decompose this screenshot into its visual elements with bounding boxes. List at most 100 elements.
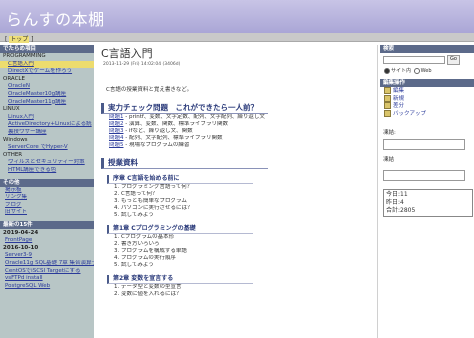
admin-menu-item[interactable]: 新規: [380, 94, 474, 103]
list-item: 問題5 - 現場なプログラムの練習: [97, 142, 375, 149]
article-sections: 実力チェック問題 これができたら一人前？ 問題1 - printf、変数、文字定数…: [97, 103, 375, 298]
recent-link[interactable]: Server3-9: [0, 252, 94, 260]
menu-item-icon: [384, 87, 391, 94]
list-item: 1. Cプログラムの基本形: [114, 234, 175, 240]
page-timestamp: 2013-11-29 (Fri) 14:02:04 (3406d): [103, 62, 181, 67]
category-group: LINUX: [3, 106, 20, 113]
other-link[interactable]: ブログ: [0, 202, 94, 210]
left-sidebar: でたらめ項目 PROGRAMMING C言語入門 DirectXでゲームを作ろう OR…: [0, 45, 94, 338]
site-title[interactable]: らんすの本棚: [6, 6, 105, 30]
list-item: 5. 試してみよう: [114, 212, 154, 218]
top-nav-home[interactable]: [ トップ ]: [5, 34, 34, 43]
category-group: ORACLE: [3, 75, 25, 82]
subsection-heading: 第1章 Cプログラミングの基礎: [107, 225, 253, 234]
recent-heading: 最新の15件: [0, 220, 94, 229]
category-link[interactable]: OracleN: [0, 83, 94, 91]
search-button[interactable]: Go: [447, 55, 460, 65]
recent-link[interactable]: FrontPage: [0, 237, 94, 245]
radio-site-label: サイト内: [391, 68, 412, 74]
subsection-heading: 序章 C言語を始める前に: [107, 175, 253, 184]
list-item: 1. データ型と変数の型宣言: [114, 284, 182, 290]
recent-link[interactable]: Oracle11g SQL基礎 7章 集合演算子の利用: [0, 260, 94, 268]
category-link[interactable]: ServerCore でHyper-V: [0, 144, 94, 152]
category-link[interactable]: C言語入門: [0, 60, 94, 69]
problem-link[interactable]: 問題1: [109, 114, 124, 120]
other-heading: その他: [0, 178, 94, 187]
list-item: 2. C言語って何？: [114, 191, 158, 197]
right-sidebar: 検索 Go サイト内 Web 編集操作 編集 新規 差分 バックアップ 凍結: 凍結 …: [380, 45, 474, 338]
counter-total: 合計:2805: [386, 207, 416, 214]
list-item: 3. もっとも簡単なプログラム: [114, 198, 187, 204]
problem-desc: - 現場なプログラムの練習: [123, 142, 190, 148]
category-group: Windows: [3, 136, 28, 143]
menu-item-icon: [384, 102, 391, 109]
admin-menu-label[interactable]: 編集: [393, 88, 404, 94]
problem-link[interactable]: 問題3: [109, 128, 124, 134]
recent-link[interactable]: CentOSでiSCSI Targetにする: [0, 268, 94, 276]
main-content: C言語入門 2013-11-29 (Fri) 14:02:04 (3406d) …: [97, 45, 375, 338]
subsection-heading: 第2章 変数を宣言する: [107, 275, 253, 284]
category-link[interactable]: HTML講座できる色: [0, 167, 94, 175]
access-counter: 今日:11 昨日:4 合計:2805: [383, 189, 473, 217]
search-heading: 検索: [380, 45, 474, 53]
radio-web-icon[interactable]: [413, 67, 420, 74]
problem-desc: - ifなど、繰り返し文、関数: [123, 128, 193, 134]
other-link[interactable]: 旧サイト: [0, 209, 94, 217]
list-item: 4. パソコンに実行させるには？: [114, 205, 193, 211]
menu-item-icon: [384, 109, 391, 117]
admin-menu-label[interactable]: 差分: [393, 103, 404, 109]
list-item: 1. プログラミング言語って何？: [114, 184, 193, 190]
other-link[interactable]: 掲示板: [0, 187, 94, 195]
menu-item-icon: [384, 94, 391, 102]
admin-menu-label[interactable]: 新規: [393, 96, 404, 102]
list-item: 3. プログラムを構成する単語: [114, 248, 187, 254]
problem-link[interactable]: 問題2: [109, 121, 124, 127]
category-link[interactable]: DirectXでゲームを作ろう: [0, 68, 94, 76]
problem-desc: - printf、変数、文字定数、配列、文字配列、繰り返し文: [123, 114, 265, 120]
category-group: OTHER: [3, 151, 23, 158]
page-title: C言語入門: [101, 47, 153, 60]
list-item: 問題2 - 演算、変数、関数、標準ライブラリ関数: [97, 121, 375, 128]
search-row: Go: [380, 53, 474, 67]
list-item: 5. 試してみよう: [114, 262, 154, 268]
problem-link[interactable]: 問題4: [109, 135, 124, 141]
problem-desc: - 演算、変数、関数、標準ライブラリ関数: [123, 121, 228, 127]
radio-site-icon[interactable]: [384, 67, 390, 74]
top-nav-bar: [ トップ ]: [0, 33, 474, 43]
category-link[interactable]: Linux入門: [0, 114, 94, 122]
search-scope: サイト内 Web: [380, 67, 474, 75]
category-link[interactable]: 裏技ワザー講座: [0, 129, 94, 137]
admin-menu-label[interactable]: バックアップ: [393, 111, 426, 117]
search-input[interactable]: [383, 56, 445, 64]
recent-pages-list: 2019-04-24 FrontPage 2016-10-10 Server3-9 Or…: [0, 229, 94, 291]
recent-date: 2019-04-24: [3, 229, 39, 236]
category-link[interactable]: OracleMaster11g講座: [0, 99, 94, 107]
admin-heading: 編集操作: [380, 79, 474, 87]
list-item: 問題4 - 配列、文字配列、標準ライブラリ関数: [97, 135, 375, 142]
counter-yesterday: 昨日:4: [386, 199, 404, 206]
category-link[interactable]: ActiveDirectory+Linuxによる統: [0, 121, 94, 129]
freeze-label: 凍結:: [383, 130, 396, 136]
recent-link[interactable]: PostgreSQL Web: [0, 283, 94, 291]
other-link[interactable]: リンク集: [0, 194, 94, 202]
category-link[interactable]: ウィルスとセキュリティー対策: [0, 159, 94, 167]
recent-link[interactable]: vsFTPd install: [0, 275, 94, 283]
section-heading: 授業資料: [101, 158, 268, 169]
recent-date: 2016-10-10: [3, 245, 39, 252]
freeze-field[interactable]: [383, 139, 465, 150]
list-item: 2. 変数に値を入れるには？: [114, 291, 182, 297]
admin-menu-item[interactable]: 編集: [380, 87, 474, 95]
admin-menu-item[interactable]: 差分: [380, 102, 474, 110]
problem-link[interactable]: 問題5: [109, 142, 124, 148]
top-nav-home-label[interactable]: トップ: [9, 35, 30, 43]
freeze-field-2[interactable]: [383, 170, 465, 181]
list-item: 4. プログラムの実行順序: [114, 255, 176, 261]
column-divider: [377, 45, 378, 338]
other-links-list: 掲示板 リンク集 ブログ 旧サイト: [0, 187, 94, 217]
radio-web-label: Web: [420, 68, 432, 74]
category-link[interactable]: OracleMaster10g講座: [0, 91, 94, 99]
category-group: PROGRAMMING: [3, 53, 46, 59]
admin-menu-item[interactable]: バックアップ: [380, 109, 474, 118]
freeze-label-2: 凍結: [383, 157, 395, 163]
search-box: Go サイト内 Web: [380, 53, 474, 75]
